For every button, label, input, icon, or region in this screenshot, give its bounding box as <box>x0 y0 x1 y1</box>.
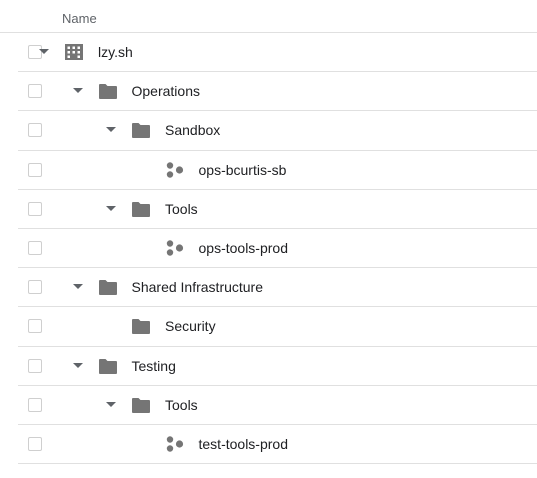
row-checkbox[interactable] <box>28 397 42 412</box>
project-icon <box>166 240 184 256</box>
row-checkbox[interactable] <box>28 319 42 334</box>
project-icon <box>166 436 184 452</box>
row-checkbox[interactable] <box>28 201 42 216</box>
expand-caret-icon[interactable] <box>106 401 116 407</box>
row-checkbox[interactable] <box>28 123 42 138</box>
tree-row[interactable]: Shared Infrastructure <box>18 268 537 308</box>
folder-icon <box>98 279 117 296</box>
row-checkbox[interactable] <box>28 84 42 99</box>
expand-caret-icon[interactable] <box>72 284 83 290</box>
folder-icon <box>132 318 150 335</box>
row-checkbox[interactable] <box>28 162 42 177</box>
tree-row[interactable]: Testing <box>18 347 537 386</box>
tree-item-label[interactable]: ops-bcurtis-sb <box>199 162 287 178</box>
tree-row[interactable]: Operations <box>18 72 537 112</box>
row-checkbox[interactable] <box>28 241 42 255</box>
expand-caret-icon[interactable] <box>72 362 83 368</box>
tree-row[interactable]: test-tools-prod <box>18 425 537 465</box>
tree-row[interactable]: lzy.sh <box>18 33 537 73</box>
tree-item-label[interactable]: Shared Infrastructure <box>132 279 264 295</box>
tree-item-label[interactable]: Operations <box>132 83 200 99</box>
tree-header: Name <box>0 0 537 33</box>
tree-item-label[interactable]: lzy.sh <box>98 44 133 60</box>
tree-item-label[interactable]: test-tools-prod <box>199 436 288 452</box>
tree-item-label[interactable]: Testing <box>132 358 176 374</box>
tree-row[interactable]: Security <box>18 307 537 347</box>
folder-icon <box>132 122 150 139</box>
folder-icon <box>132 201 150 217</box>
tree-row[interactable]: Tools <box>18 386 537 425</box>
expand-caret-icon[interactable] <box>72 88 83 94</box>
tree-row[interactable]: Sandbox <box>18 111 537 151</box>
tree-row[interactable]: Tools <box>18 190 537 229</box>
expand-caret-icon[interactable] <box>39 49 49 54</box>
tree-item-label[interactable]: Security <box>165 318 216 334</box>
row-checkbox[interactable] <box>28 437 42 451</box>
tree-item-label[interactable]: Tools <box>165 397 198 413</box>
folder-icon <box>98 358 117 374</box>
tree-row[interactable]: ops-tools-prod <box>18 229 537 269</box>
folder-icon <box>98 83 117 100</box>
tree-item-label[interactable]: Tools <box>165 201 198 217</box>
organization-icon <box>65 44 83 60</box>
tree-item-label[interactable]: Sandbox <box>165 122 220 138</box>
project-icon <box>166 161 184 178</box>
tree-row[interactable]: ops-bcurtis-sb <box>18 151 537 190</box>
expand-caret-icon[interactable] <box>106 205 116 211</box>
name-column-header[interactable]: Name <box>62 11 97 26</box>
tree-item-label[interactable]: ops-tools-prod <box>199 240 289 256</box>
folder-icon <box>132 397 150 413</box>
row-checkbox[interactable] <box>28 280 42 295</box>
expand-caret-icon[interactable] <box>106 127 116 133</box>
resource-tree: Name lzy.sh Operations Sandbox ops-bcurtis… <box>0 0 537 478</box>
row-checkbox[interactable] <box>28 358 42 373</box>
